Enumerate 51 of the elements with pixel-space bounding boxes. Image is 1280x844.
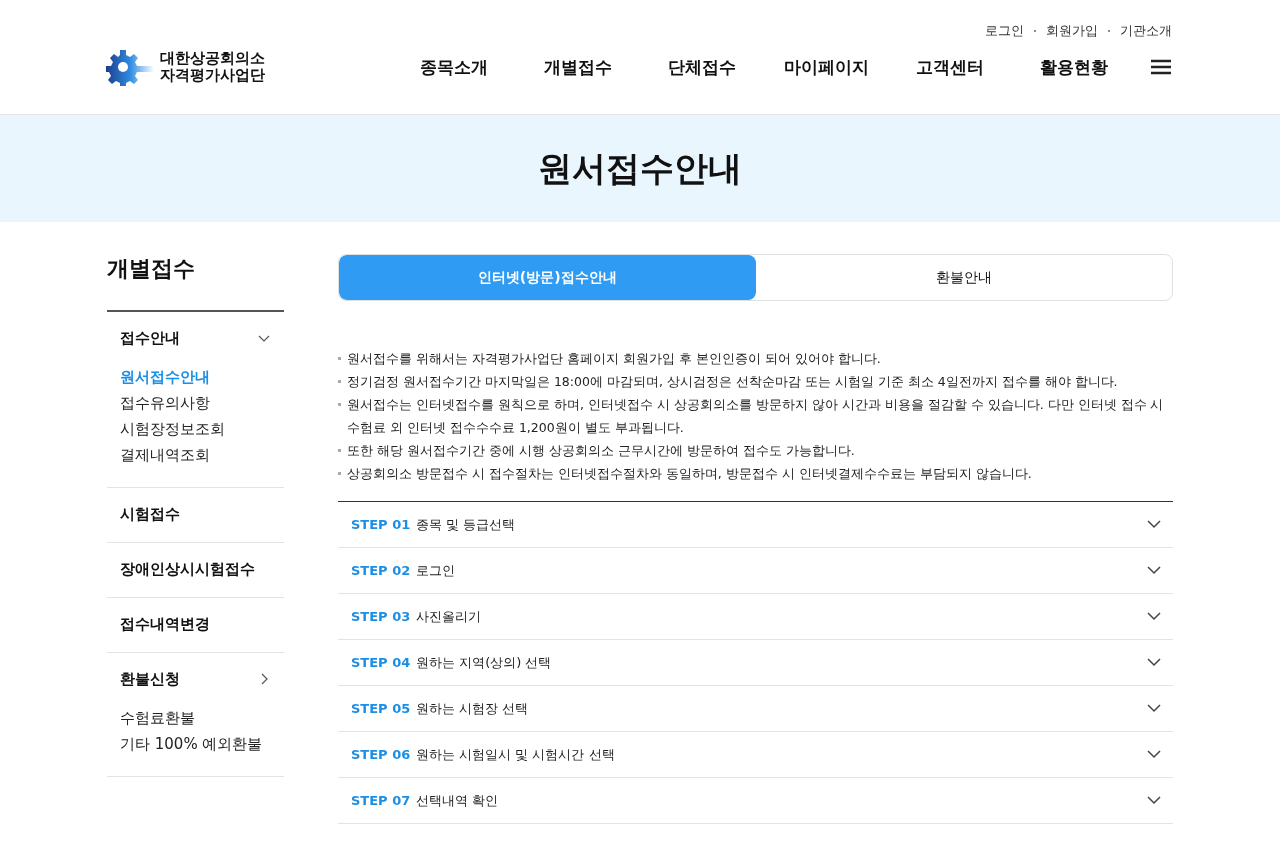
notice-text: 또한 해당 원서접수기간 중에 시행 상공회의소 근무시간에 방문하여 접수도 가능합니다. bbox=[347, 442, 855, 460]
notice-text: 원서접수는 인터넷접수를 원칙으로 하며, 인터넷접수 시 상공회의소를 방문하지 않아 시간과 비용을 절감할 수 있습니다. 다만 인터넷 접수 시 수험료 외 인터넷 접수수수료 1,200원이 별도 부과됩니다. bbox=[347, 396, 1165, 437]
notice-text: 원서접수를 위해서는 자격평가사업단 홈페이지 회원가입 후 본인인증이 되어 있어야 합니다. bbox=[347, 350, 881, 368]
step-row[interactable]: STEP 07 선택내역 확인 bbox=[338, 778, 1173, 824]
sidebar-subitem[interactable]: 시험장정보조회 bbox=[120, 420, 284, 439]
step-number: STEP 06 bbox=[351, 747, 412, 762]
notice-text: 상공회의소 방문접수 시 접수절차는 인터넷접수절차와 동일하며, 방문접수 시 인터넷결제수수료는 부담되지 않습니다. bbox=[347, 465, 1032, 483]
step-row[interactable]: STEP 04 원하는 지역(상의) 선택 bbox=[338, 640, 1173, 686]
menu-icon[interactable] bbox=[1150, 58, 1172, 76]
step-title: 선택내역 확인 bbox=[416, 791, 499, 810]
gear-logo-icon bbox=[106, 48, 154, 86]
step-row[interactable]: STEP 01 종목 및 등급선택 bbox=[338, 502, 1173, 548]
step-number: STEP 04 bbox=[351, 655, 412, 670]
page-title: 원서접수안내 bbox=[538, 146, 742, 190]
sidebar-item[interactable]: 접수내역변경 bbox=[120, 614, 210, 634]
sidebar-title: 개별접수 bbox=[107, 255, 196, 283]
step-number: STEP 03 bbox=[351, 609, 412, 624]
sidebar-item[interactable]: 환불신청 bbox=[120, 669, 180, 689]
step-title: 로그인 bbox=[416, 561, 455, 580]
logo-text: 대한상공회의소 bbox=[160, 50, 265, 67]
step-row[interactable]: STEP 06 원하는 시험일시 및 시험시간 선택 bbox=[338, 732, 1173, 778]
step-number: STEP 07 bbox=[351, 793, 412, 808]
step-title: 종목 및 등급선택 bbox=[416, 515, 516, 534]
nav-item[interactable]: 활용현황 bbox=[1012, 55, 1136, 79]
sidebar-subitem[interactable]: 결제내역조회 bbox=[120, 446, 284, 465]
step-number: STEP 02 bbox=[351, 563, 412, 578]
nav-item[interactable]: 마이페이지 bbox=[764, 55, 888, 79]
nav-item[interactable]: 단체접수 bbox=[640, 55, 764, 79]
sidebar-item[interactable]: 시험접수 bbox=[120, 504, 180, 524]
sidebar-item[interactable]: 접수안내 bbox=[120, 328, 180, 348]
step-title: 원하는 시험장 선택 bbox=[416, 699, 529, 718]
step-row[interactable]: STEP 05 원하는 시험장 선택 bbox=[338, 686, 1173, 732]
nav-item[interactable]: 고객센터 bbox=[888, 55, 1012, 79]
util-link[interactable]: 회원가입 bbox=[1046, 22, 1098, 40]
notice-text: 정기검정 원서접수기간 마지막일은 18:00에 마감되며, 상시검정은 선착순마감 또는 시험일 기준 최소 4일전까지 접수를 해야 합니다. bbox=[347, 373, 1118, 391]
sidebar-subitem[interactable]: 접수유의사항 bbox=[120, 394, 284, 413]
step-row[interactable]: STEP 03 사진올리기 bbox=[338, 594, 1173, 640]
sidebar-subitem[interactable]: 기타 100% 예외환불 bbox=[120, 735, 284, 754]
step-title: 원하는 지역(상의) 선택 bbox=[416, 653, 552, 672]
step-row[interactable]: STEP 02 로그인 bbox=[338, 548, 1173, 594]
step-title: 원하는 시험일시 및 시험시간 선택 bbox=[416, 745, 615, 764]
util-link[interactable]: 로그인 bbox=[985, 22, 1024, 40]
nav-item[interactable]: 종목소개 bbox=[392, 55, 516, 79]
step-number: STEP 01 bbox=[351, 517, 412, 532]
sidebar-subitem[interactable]: 수험료환불 bbox=[120, 709, 284, 728]
nav-item[interactable]: 개별접수 bbox=[516, 55, 640, 79]
logo-text: 자격평가사업단 bbox=[160, 67, 265, 84]
sidebar-item[interactable]: 장애인상시시험접수 bbox=[120, 559, 255, 579]
step-title: 사진올리기 bbox=[416, 607, 481, 626]
step-number: STEP 05 bbox=[351, 701, 412, 716]
util-link[interactable]: 기관소개 bbox=[1120, 22, 1172, 40]
